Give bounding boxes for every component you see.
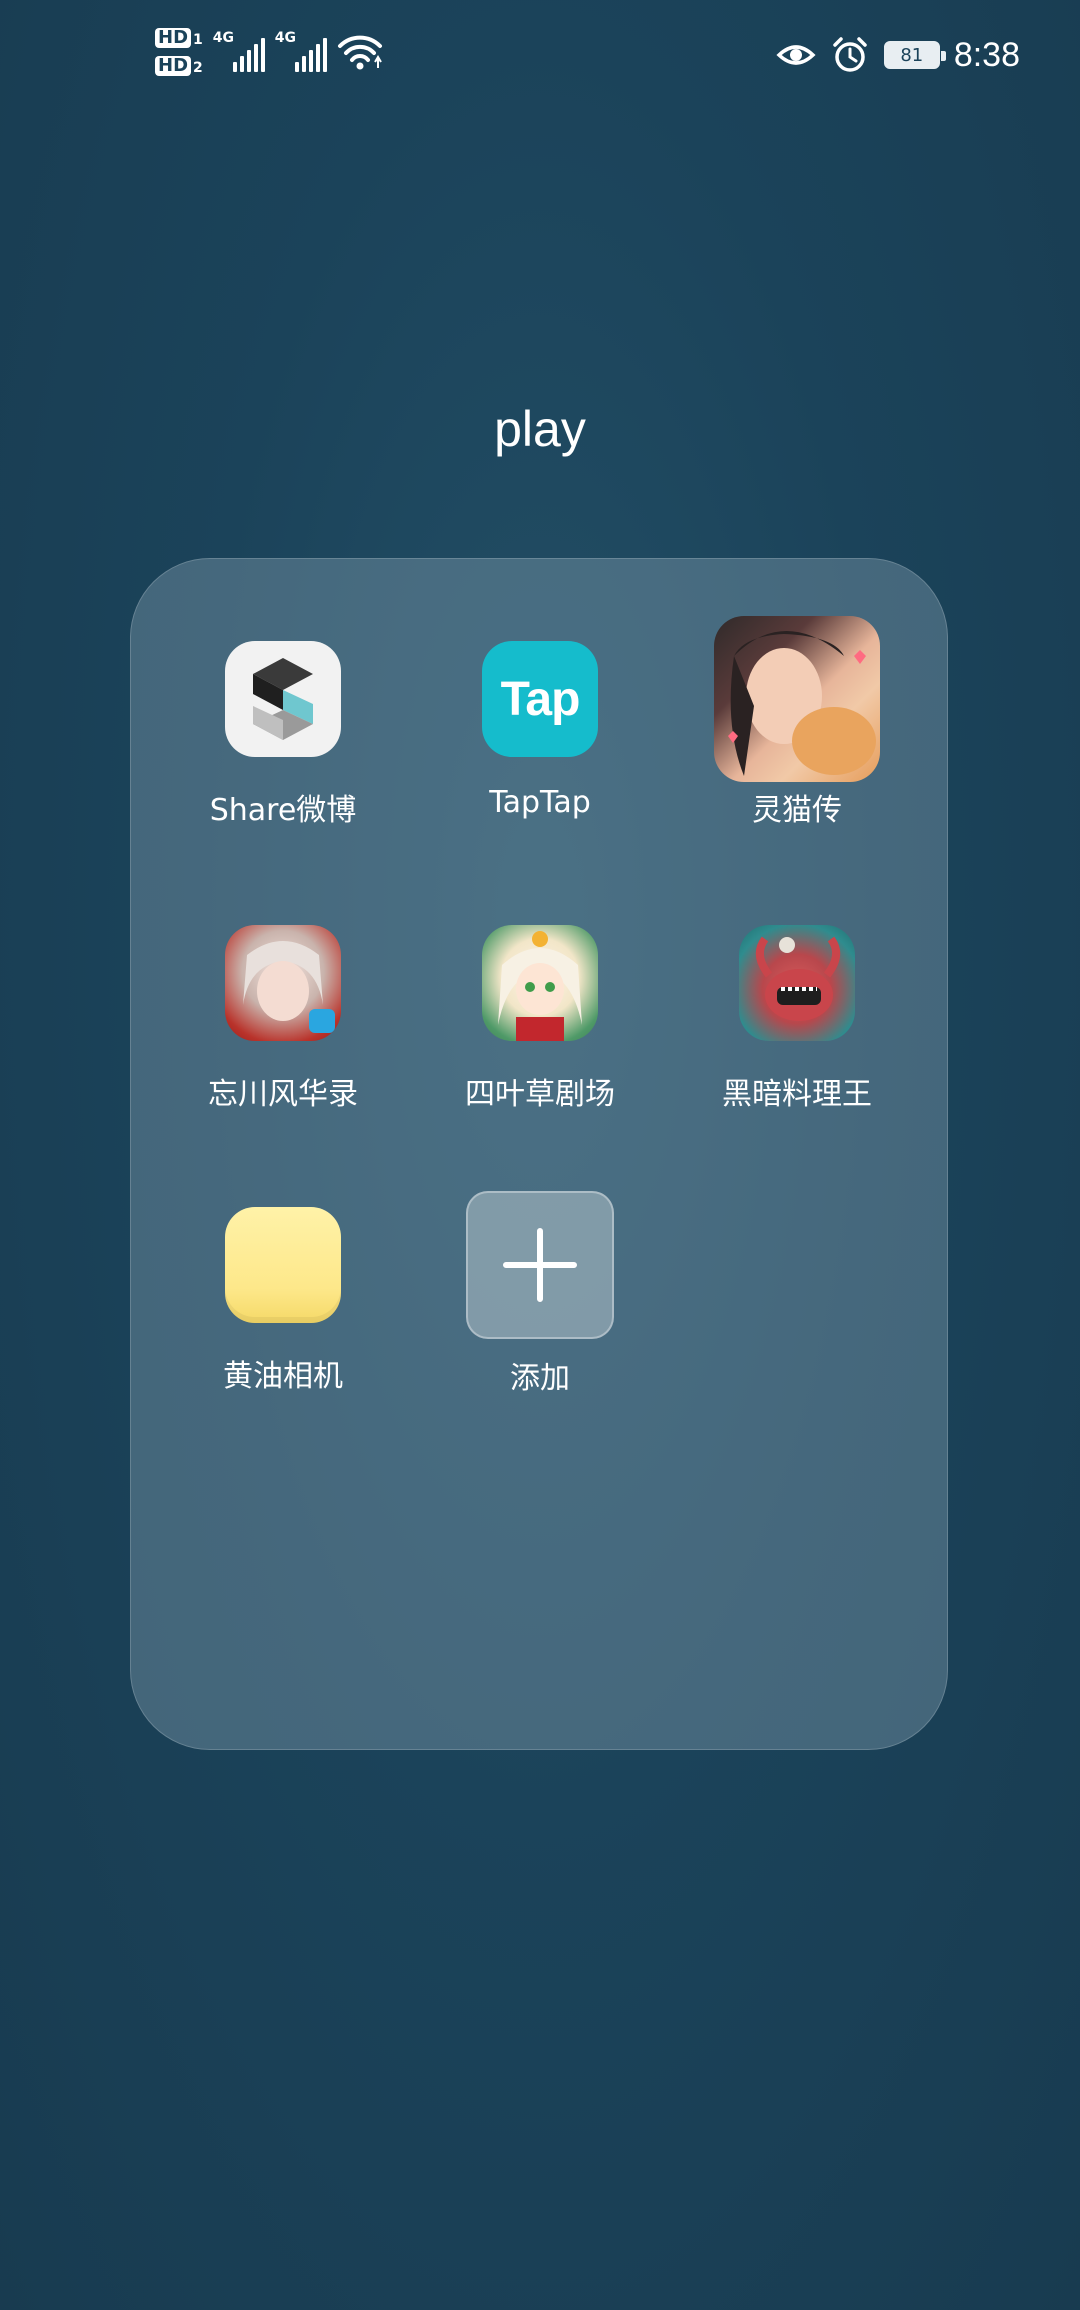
signal-icon: 4G: [212, 30, 265, 72]
wifi-icon: [337, 35, 382, 70]
heian-liaoliwang-icon: [739, 925, 855, 1041]
add-label: 添加: [510, 1361, 570, 1396]
app-label: 灵猫传: [752, 793, 842, 828]
share-weibo-icon: [225, 641, 341, 757]
signal-icon: 4G: [274, 30, 327, 72]
app-label: 黑暗料理王: [722, 1077, 872, 1112]
hd-badge: HD: [155, 56, 192, 76]
app-label: 四叶草剧场: [465, 1077, 615, 1112]
status-bar: HD 1 HD 2 4G 4G 81 8:38: [0, 0, 1080, 120]
lingmaozhuan-icon: [714, 616, 880, 782]
app-share-weibo[interactable]: Share微博: [163, 641, 403, 829]
eye-icon: [776, 45, 816, 65]
network-type: 4G: [274, 30, 296, 46]
huangyou-camera-icon: [225, 1207, 341, 1323]
taptap-icon: Tap: [482, 641, 598, 757]
app-siyecao[interactable]: 四叶草剧场: [420, 925, 660, 1113]
folder-panel: Share微博 Tap TapTap 灵猫传 忘川风华录 四叶草剧场 黑暗料理王…: [130, 558, 948, 1750]
wangchuan-icon: [225, 925, 341, 1041]
sim-indicators: HD 1 HD 2: [155, 28, 203, 76]
sim2-indicator: HD 2: [155, 56, 203, 76]
sim-number: 2: [193, 60, 203, 76]
battery-indicator: 81: [883, 41, 946, 69]
siyecao-icon: [482, 925, 598, 1041]
app-label: TapTap: [489, 785, 591, 820]
app-huangyou-camera[interactable]: 黄油相机: [163, 1207, 403, 1395]
taptap-logo-text: Tap: [500, 672, 581, 726]
app-taptap[interactable]: Tap TapTap: [420, 641, 660, 820]
clock: 8:38: [953, 35, 1020, 74]
add-app-button[interactable]: 添加: [420, 1191, 660, 1397]
sim1-indicator: HD 1: [155, 28, 203, 48]
sim-number: 1: [193, 32, 203, 48]
hd-badge: HD: [155, 28, 192, 48]
network-type: 4G: [212, 30, 234, 46]
status-left: HD 1 HD 2 4G 4G: [155, 28, 383, 76]
folder-title[interactable]: play: [0, 400, 1080, 458]
app-label: 忘川风华录: [208, 1077, 358, 1112]
app-label: 黄油相机: [223, 1359, 343, 1394]
add-button-box[interactable]: [466, 1191, 614, 1339]
app-label: Share微博: [209, 793, 357, 828]
plus-icon: [503, 1228, 577, 1302]
alarm-icon: [833, 37, 867, 72]
status-right: 81 8:38: [776, 35, 1020, 75]
app-lingmaozhuan[interactable]: 灵猫传: [677, 616, 917, 829]
battery-level: 81: [886, 44, 937, 66]
app-wangchuan[interactable]: 忘川风华录: [163, 925, 403, 1113]
app-heian-liaoliwang[interactable]: 黑暗料理王: [677, 925, 917, 1113]
